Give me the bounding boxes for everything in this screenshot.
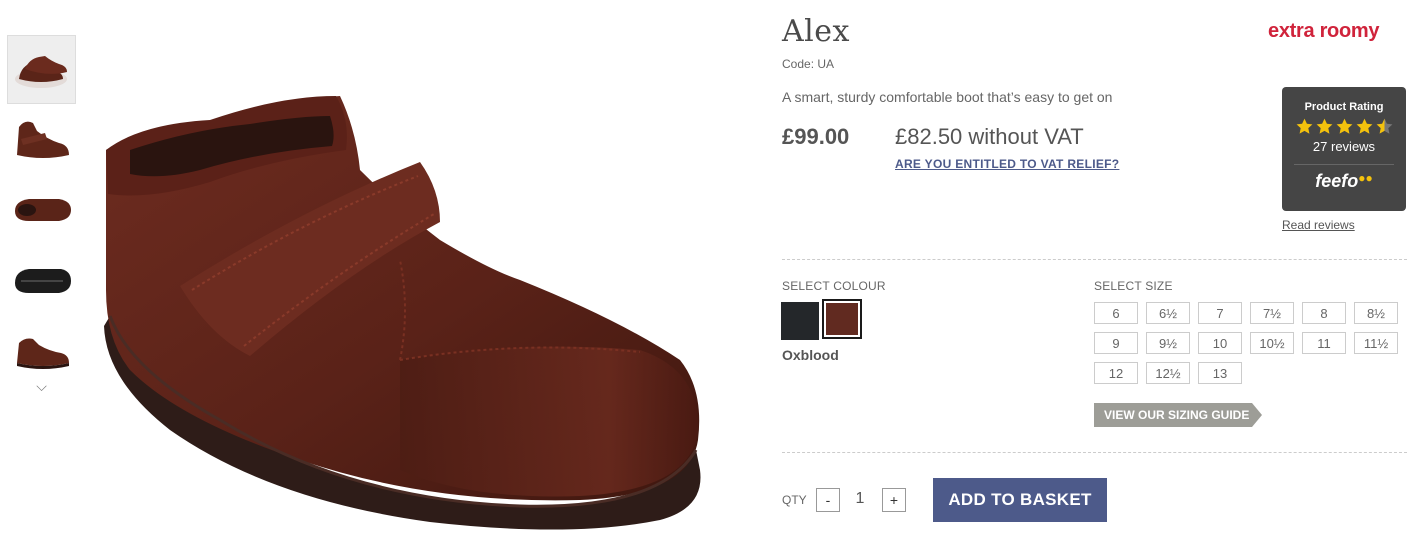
shoe-top-thumbnail — [14, 198, 71, 221]
thumbnail-3[interactable] — [8, 176, 75, 243]
feefo-eyes-icon: ●● — [1358, 171, 1373, 185]
product-code: Code: UA — [782, 57, 835, 71]
price-without-vat: £82.50 without VAT — [895, 124, 1084, 149]
qty-increase-button[interactable]: + — [882, 488, 906, 512]
qty-value[interactable]: 1 — [850, 490, 870, 508]
add-to-basket-button[interactable]: ADD TO BASKET — [933, 478, 1107, 522]
product-rating-box[interactable]: Product Rating 27 reviews feefo●● — [1282, 87, 1406, 211]
size-option[interactable]: 7½ — [1250, 302, 1294, 324]
chevron-down-icon[interactable]: ⌵ — [8, 378, 75, 395]
rating-title: Product Rating — [1304, 101, 1384, 113]
product-description: A smart, sturdy comfortable boot that’s … — [782, 89, 1113, 105]
shoe-side-thumbnail — [16, 121, 69, 158]
brand-logo: extra roomy — [1268, 20, 1380, 42]
colour-swatch-oxblood[interactable] — [822, 299, 862, 339]
product-main-image — [104, 96, 701, 530]
size-options: 6 6½ 7 7½ 8 8½ 9 9½ 10 10½ 11 11½ 12 12½… — [1094, 302, 1404, 384]
size-option[interactable]: 11 — [1302, 332, 1346, 354]
star-icon — [1356, 118, 1372, 134]
shoe-pair-thumbnail — [14, 55, 67, 88]
thumbnail-2[interactable] — [8, 106, 75, 173]
size-option[interactable]: 9 — [1094, 332, 1138, 354]
size-option[interactable]: 8 — [1302, 302, 1346, 324]
size-option[interactable]: 10½ — [1250, 332, 1294, 354]
star-icon — [1316, 118, 1332, 134]
shoe-profile-thumbnail — [16, 338, 69, 369]
product-title: Alex — [782, 14, 850, 49]
section-divider — [782, 259, 1407, 260]
select-size-label: SELECT SIZE — [1094, 279, 1173, 293]
size-option[interactable]: 6 — [1094, 302, 1138, 324]
thumbnail-5[interactable] — [8, 316, 75, 383]
rating-divider — [1294, 164, 1394, 165]
thumbnail-4[interactable] — [8, 246, 75, 313]
selected-colour-name: Oxblood — [782, 347, 839, 363]
size-option[interactable]: 6½ — [1146, 302, 1190, 324]
qty-label: QTY — [782, 493, 807, 507]
sizing-guide-button[interactable]: VIEW OUR SIZING GUIDE — [1094, 403, 1262, 427]
select-colour-label: SELECT COLOUR — [782, 279, 886, 293]
star-icon — [1296, 118, 1312, 134]
thumbnail-1[interactable] — [7, 35, 76, 104]
size-option[interactable]: 8½ — [1354, 302, 1398, 324]
section-divider — [782, 452, 1407, 453]
read-reviews-link[interactable]: Read reviews — [1282, 218, 1355, 232]
product-price: £99.00 — [782, 124, 850, 149]
star-icon — [1336, 118, 1352, 134]
feefo-logo-text: feefo — [1315, 171, 1359, 191]
size-option[interactable]: 9½ — [1146, 332, 1190, 354]
colour-swatch-black[interactable] — [781, 302, 819, 340]
size-option[interactable]: 10 — [1198, 332, 1242, 354]
size-option[interactable]: 13 — [1198, 362, 1242, 384]
review-count: 27 reviews — [1312, 139, 1376, 154]
feefo-logo: feefo●● — [1282, 171, 1406, 192]
size-option[interactable]: 7 — [1198, 302, 1242, 324]
vat-relief-link[interactable]: ARE YOU ENTITLED TO VAT RELIEF? — [895, 157, 1119, 171]
rating-stars — [1282, 117, 1406, 136]
size-option[interactable]: 11½ — [1354, 332, 1398, 354]
size-option[interactable]: 12 — [1094, 362, 1138, 384]
shoe-sole-thumbnail — [14, 268, 71, 293]
qty-decrease-button[interactable]: - — [816, 488, 840, 512]
size-option[interactable]: 12½ — [1146, 362, 1190, 384]
thumbnail-gallery — [7, 35, 76, 386]
half-star-icon — [1376, 118, 1392, 134]
